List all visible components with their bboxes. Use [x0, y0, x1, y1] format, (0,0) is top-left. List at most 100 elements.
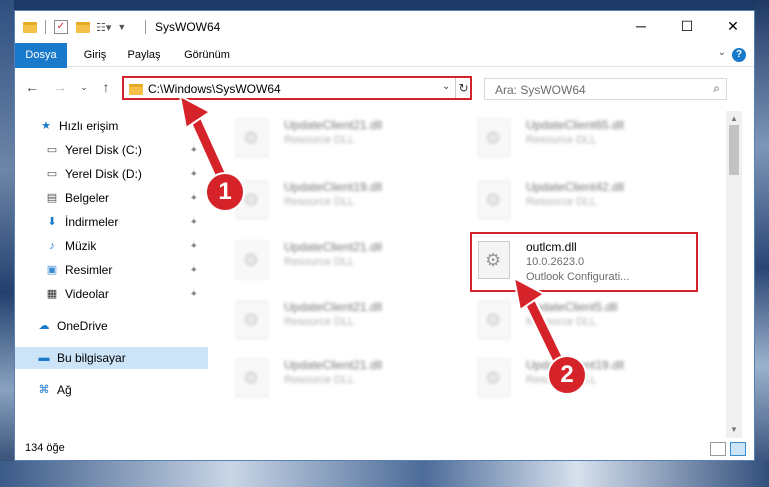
file-name: UpdateClient19.dll: [284, 180, 383, 194]
tab-home[interactable]: Giriş: [77, 43, 113, 67]
customize-toolbar-icon[interactable]: ☷▾: [96, 21, 111, 34]
sidebar-item-disk-d[interactable]: ▭ Yerel Disk (D:) ✦: [15, 163, 208, 185]
pin-icon: ✦: [189, 264, 198, 276]
list-item[interactable]: UpdateClient5.dll Resource DLL: [470, 297, 700, 349]
sidebar-item-label: Müzik: [65, 239, 97, 253]
properties-icon[interactable]: ✓: [54, 20, 68, 34]
drive-icon: ▭: [46, 144, 58, 156]
details-view-icon[interactable]: [710, 442, 726, 456]
ribbon-tabs: Dosya Giriş Paylaş Görünüm ⌄ ?: [15, 43, 754, 95]
sidebar-item-label: Yerel Disk (D:): [65, 167, 142, 181]
back-arrow-icon[interactable]: ←: [23, 78, 41, 96]
file-description: Resource DLL: [284, 374, 355, 386]
scroll-thumb[interactable]: [729, 125, 739, 175]
sidebar-item-label: Ağ: [57, 383, 72, 397]
chevron-down-icon[interactable]: ▼: [117, 22, 126, 32]
address-bar[interactable]: C:\Windows\SysWOW64 ⌄ ↻: [122, 76, 472, 100]
dll-file-icon: [478, 181, 510, 219]
sidebar-item-label: Yerel Disk (C:): [65, 143, 142, 157]
up-arrow-icon[interactable]: ↑: [97, 78, 115, 96]
new-folder-icon[interactable]: [76, 21, 90, 33]
item-count: 134 öğe: [25, 442, 65, 454]
pin-icon: ✦: [189, 288, 198, 300]
recent-locations-icon[interactable]: ⌄: [75, 78, 93, 96]
forward-arrow-icon[interactable]: →: [51, 78, 69, 96]
dll-file-icon: [478, 301, 510, 339]
sidebar-item-label: Belgeler: [65, 191, 110, 205]
file-name: UpdateClient21.dll: [284, 240, 383, 254]
address-path[interactable]: C:\Windows\SysWOW64: [148, 82, 281, 96]
list-item[interactable]: UpdateClient21.dll Resource DLL: [228, 355, 458, 407]
sidebar-item-disk-c[interactable]: ▭ Yerel Disk (C:) ✦: [15, 139, 208, 161]
sidebar-item-quick-access[interactable]: ★ Hızlı erişim: [15, 115, 208, 137]
navigation-pane: ★ Hızlı erişim ▭ Yerel Disk (C:) ✦ ▭ Yer…: [15, 111, 208, 436]
dll-file-icon: [236, 301, 268, 339]
file-name: UpdateClient5.dll: [526, 300, 618, 314]
list-item[interactable]: UpdateClient42.dll Resource DLL: [470, 177, 700, 229]
sidebar-item-downloads[interactable]: ⬇ İndirmeler ✦: [15, 211, 208, 233]
search-icon[interactable]: ⌕: [713, 81, 720, 96]
step-1-badge: 1: [205, 172, 245, 212]
file-explorer-window: ✓ ☷▾ ▼ SysWOW64 ─ ☐ ✕ Dosya Giriş Paylaş…: [14, 10, 755, 461]
title-bar: ✓ ☷▾ ▼ SysWOW64 ─ ☐ ✕: [15, 11, 754, 43]
sidebar-item-label: Hızlı erişim: [59, 119, 119, 133]
file-name: UpdateClient42.dll: [526, 180, 625, 194]
sidebar-item-this-pc[interactable]: ▬ Bu bilgisayar: [15, 347, 208, 369]
document-icon: ▤: [46, 192, 58, 204]
list-item[interactable]: UpdateClient21.dll Resource DLL: [228, 115, 458, 167]
sidebar-item-label: Resimler: [65, 263, 113, 277]
sidebar-item-documents[interactable]: ▤ Belgeler ✦: [15, 187, 208, 209]
sidebar-item-label: Videolar: [65, 287, 109, 301]
file-description: Resource DLL: [526, 316, 597, 328]
minimize-button[interactable]: ─: [618, 11, 664, 41]
toolbar-separator: [45, 20, 46, 34]
search-input[interactable]: Ara: SysWOW64 ⌕: [484, 78, 727, 100]
file-name: UpdateClient65.dll: [526, 118, 625, 132]
file-name: UpdateClient21.dll: [284, 118, 383, 132]
tab-share[interactable]: Paylaş: [123, 43, 165, 67]
sidebar-item-pictures[interactable]: ▣ Resimler ✦: [15, 259, 208, 281]
network-icon: ⌘: [38, 384, 50, 396]
quick-access-toolbar: ✓ ☷▾ ▼: [23, 19, 126, 35]
desktop-background-bottom: [0, 461, 769, 487]
file-description: Resource DLL: [284, 316, 355, 328]
download-icon: ⬇: [47, 216, 57, 228]
file-highlight-box: [470, 232, 698, 292]
refresh-icon[interactable]: ↻: [455, 78, 471, 98]
dll-file-icon: [236, 119, 268, 157]
pin-icon: ✦: [189, 144, 198, 156]
vertical-scrollbar[interactable]: ▲ ▼: [726, 111, 742, 438]
sidebar-item-label: İndirmeler: [65, 215, 119, 229]
dll-file-icon: [478, 119, 510, 157]
drive-icon: ▭: [46, 168, 58, 180]
pin-icon: ✦: [189, 168, 198, 180]
sidebar-item-onedrive[interactable]: ☁ OneDrive: [15, 315, 208, 337]
dll-file-icon: [236, 359, 268, 397]
music-icon: ♪: [49, 240, 55, 252]
computer-icon: ▬: [38, 352, 50, 364]
sidebar-item-network[interactable]: ⌘ Ağ: [15, 379, 208, 401]
chevron-down-icon[interactable]: ⌄: [442, 81, 450, 92]
file-description: Resource DLL: [526, 134, 597, 146]
star-icon: ★: [41, 120, 51, 132]
file-name: UpdateClient21.dll: [284, 300, 383, 314]
list-item[interactable]: UpdateClient21.dll Resource DLL: [228, 237, 458, 289]
sidebar-item-music[interactable]: ♪ Müzik ✦: [15, 235, 208, 257]
large-icons-view-icon[interactable]: [730, 442, 746, 456]
pin-icon: ✦: [189, 192, 198, 204]
file-description: Resource DLL: [284, 256, 355, 268]
scroll-down-icon[interactable]: ▼: [726, 422, 742, 438]
sidebar-item-videos[interactable]: ▦ Videolar ✦: [15, 283, 208, 305]
dll-file-icon: [236, 241, 268, 279]
tab-view[interactable]: Görünüm: [181, 43, 233, 67]
close-button[interactable]: ✕: [710, 11, 756, 41]
file-description: Resource DLL: [284, 196, 355, 208]
list-item[interactable]: UpdateClient21.dll Resource DLL: [228, 297, 458, 349]
search-placeholder: Ara: SysWOW64: [495, 83, 586, 97]
list-item[interactable]: UpdateClient65.dll Resource DLL: [470, 115, 700, 167]
status-bar: 134 öğe: [15, 438, 754, 460]
expand-ribbon-icon[interactable]: ⌄: [718, 47, 726, 58]
help-icon[interactable]: ?: [732, 48, 746, 62]
maximize-button[interactable]: ☐: [664, 11, 710, 41]
list-item[interactable]: UpdateClient19.dll Resource DLL: [228, 177, 458, 229]
